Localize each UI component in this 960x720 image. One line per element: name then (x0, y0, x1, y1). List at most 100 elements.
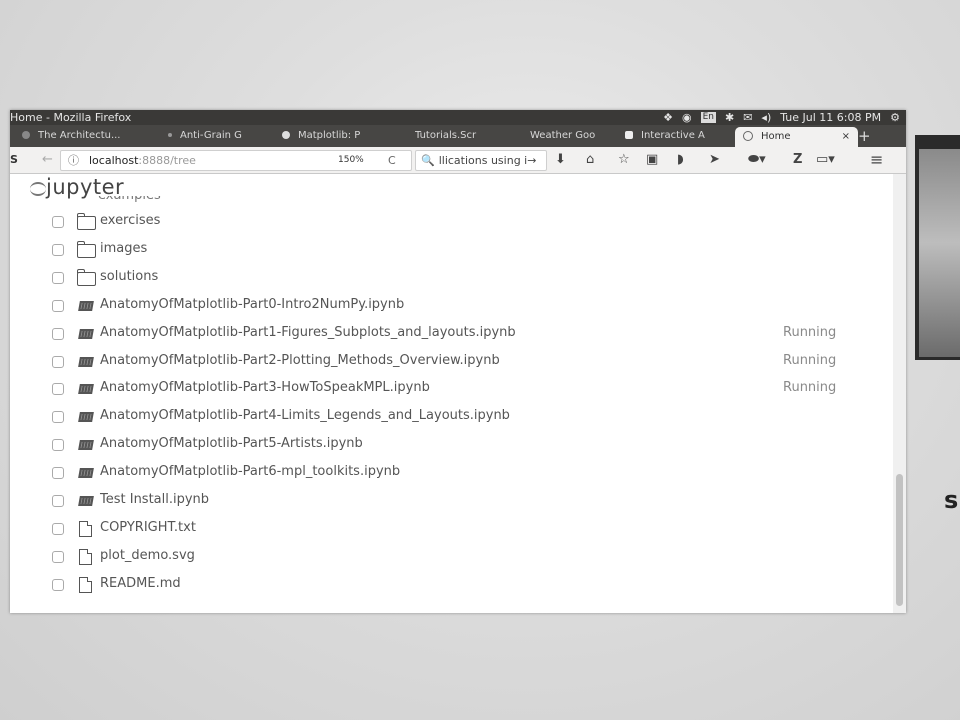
select-checkbox[interactable] (52, 467, 64, 480)
list-item[interactable]: plot_demo.svg (52, 544, 892, 570)
clock[interactable]: Tue Jul 11 6:08 PM (780, 110, 881, 125)
tab-home[interactable]: Home × (735, 127, 858, 147)
tab-interactive[interactable]: Interactive A (625, 125, 730, 147)
keyboard-language-indicator[interactable]: En (700, 112, 716, 123)
back-button[interactable]: ← (42, 147, 53, 173)
list-item[interactable]: AnatomyOfMatplotlib-Part4-Limits_Legends… (52, 404, 892, 430)
item-name-link[interactable]: exercises (100, 209, 160, 233)
list-item[interactable]: exercises (52, 209, 892, 235)
list-item[interactable]: README.md (52, 572, 892, 598)
select-checkbox[interactable] (52, 578, 64, 591)
pocket-icon[interactable]: ◗ (677, 147, 684, 173)
zotero-icon[interactable]: Z (793, 147, 802, 173)
folder-icon (77, 268, 96, 286)
list-item[interactable]: AnatomyOfMatplotlib-Part6-mpl_toolkits.i… (52, 460, 892, 486)
jupyter-tree-page: jupyter examples exercisesimagessolution… (10, 174, 906, 613)
item-name-link[interactable]: AnatomyOfMatplotlib-Part6-mpl_toolkits.i… (100, 460, 400, 484)
page-scrollbar[interactable] (893, 174, 906, 613)
tab-bar: The Architectu... Anti-Grain G Matplotli… (10, 125, 906, 147)
tab-label: Matplotlib: P (298, 130, 361, 141)
bluetooth-icon[interactable]: ✱ (725, 110, 734, 125)
list-item[interactable]: solutions (52, 265, 892, 291)
reload-button[interactable]: C (388, 151, 396, 170)
item-name-link[interactable]: Test Install.ipynb (100, 488, 209, 512)
tab-architecture[interactable]: The Architectu... (22, 125, 157, 147)
list-item[interactable]: COPYRIGHT.txt (52, 516, 892, 542)
notebook-icon (77, 326, 94, 339)
home-icon[interactable]: ⌂ (586, 147, 594, 173)
notebook-icon (77, 354, 94, 367)
file-icon (77, 576, 92, 593)
select-checkbox[interactable] (52, 550, 64, 563)
network-icon[interactable]: ◉ (682, 110, 692, 125)
scrollbar-thumb[interactable] (896, 474, 903, 606)
running-status: Running (783, 352, 837, 368)
url-host: localhost (89, 154, 139, 167)
tab-matplotlib[interactable]: Matplotlib: P (282, 125, 390, 147)
background-glyph: s (944, 486, 959, 514)
tab-favicon-icon (168, 133, 172, 137)
select-checkbox[interactable] (52, 495, 64, 507)
item-name-link[interactable]: solutions (100, 265, 158, 289)
select-checkbox[interactable] (52, 439, 64, 452)
url-text[interactable]: localhost:8888/tree (89, 151, 196, 170)
list-item[interactable]: AnatomyOfMatplotlib-Part5-Artists.ipynb (52, 432, 892, 458)
select-checkbox[interactable] (52, 383, 64, 396)
search-input-text: llications using i (438, 154, 528, 167)
select-checkbox[interactable] (52, 355, 64, 368)
notebook-icon (77, 437, 94, 451)
item-name-link[interactable]: AnatomyOfMatplotlib-Part5-Artists.ipynb (100, 432, 363, 456)
search-go-icon[interactable]: → (527, 154, 536, 167)
search-bar[interactable]: 🔍 llications using i→ (415, 150, 547, 171)
item-name-link[interactable]: README.md (100, 572, 181, 596)
send-tab-icon[interactable]: ➤ (709, 147, 720, 173)
item-name-link[interactable]: AnatomyOfMatplotlib-Part0-Intro2NumPy.ip… (100, 293, 404, 317)
bookmarks-menu-icon[interactable]: ▣ (646, 147, 658, 173)
item-name-link[interactable]: AnatomyOfMatplotlib-Part2-Plotting_Metho… (100, 349, 500, 373)
select-checkbox[interactable] (52, 299, 64, 312)
mail-icon[interactable]: ✉ (743, 110, 752, 125)
select-checkbox[interactable] (52, 216, 64, 228)
hamburger-menu-icon[interactable]: ≡ (870, 147, 883, 173)
tab-tutorials[interactable]: Tutorials.Scr (415, 125, 515, 147)
new-tab-button[interactable]: + (858, 125, 871, 147)
list-item[interactable]: AnatomyOfMatplotlib-Part2-Plotting_Metho… (52, 349, 892, 375)
settings-gear-icon[interactable]: ⚙ (890, 110, 900, 125)
select-checkbox[interactable] (52, 327, 64, 340)
tab-anti-grain[interactable]: Anti-Grain G (168, 125, 273, 147)
tab-weather[interactable]: Weather Goo (530, 125, 625, 147)
select-checkbox[interactable] (52, 243, 64, 256)
item-name-link[interactable]: AnatomyOfMatplotlib-Part1-Figures_Subplo… (100, 321, 516, 345)
item-name-link[interactable]: images (100, 237, 147, 261)
dropbox-icon[interactable]: ❖ (663, 110, 673, 125)
list-item[interactable]: AnatomyOfMatplotlib-Part0-Intro2NumPy.ip… (52, 293, 892, 319)
zoom-level[interactable]: 150% (338, 151, 364, 170)
close-tab-icon[interactable]: × (842, 127, 850, 147)
extension-menu-icon[interactable]: ▭▾ (816, 147, 835, 173)
running-status: Running (783, 380, 837, 396)
partially-scrolled-list-item: examples (98, 196, 193, 202)
item-name-link[interactable]: COPYRIGHT.txt (100, 516, 196, 540)
downloads-icon[interactable]: ⬇ (555, 147, 566, 173)
extension-icon[interactable]: ⬬▾ (748, 147, 766, 173)
list-item[interactable]: AnatomyOfMatplotlib-Part1-Figures_Subplo… (52, 321, 892, 347)
volume-icon[interactable]: ◂) (761, 110, 771, 125)
site-info-icon[interactable]: ⓘ (68, 151, 79, 170)
url-path: :8888/tree (138, 154, 196, 167)
tab-label: The Architectu... (38, 130, 121, 141)
notebook-icon (77, 298, 94, 311)
select-checkbox[interactable] (52, 411, 64, 424)
list-item[interactable]: Test Install.ipynb (52, 488, 892, 514)
url-bar[interactable]: ⓘ localhost:8888/tree 150% C (60, 150, 412, 171)
item-name-link[interactable]: AnatomyOfMatplotlib-Part4-Limits_Legends… (100, 404, 510, 428)
bookmark-star-icon[interactable]: ☆ (618, 147, 630, 173)
select-checkbox[interactable] (52, 271, 64, 284)
list-item[interactable]: images (52, 237, 892, 263)
jupyter-logo-icon (30, 182, 46, 196)
item-name-link[interactable]: plot_demo.svg (100, 544, 195, 568)
tab-label: Home (761, 131, 791, 142)
select-checkbox[interactable] (52, 522, 64, 535)
sidebar-toggle-button[interactable]: S (10, 147, 18, 173)
list-item[interactable]: AnatomyOfMatplotlib-Part3-HowToSpeakMPL.… (52, 376, 892, 402)
item-name-link[interactable]: AnatomyOfMatplotlib-Part3-HowToSpeakMPL.… (100, 376, 430, 400)
